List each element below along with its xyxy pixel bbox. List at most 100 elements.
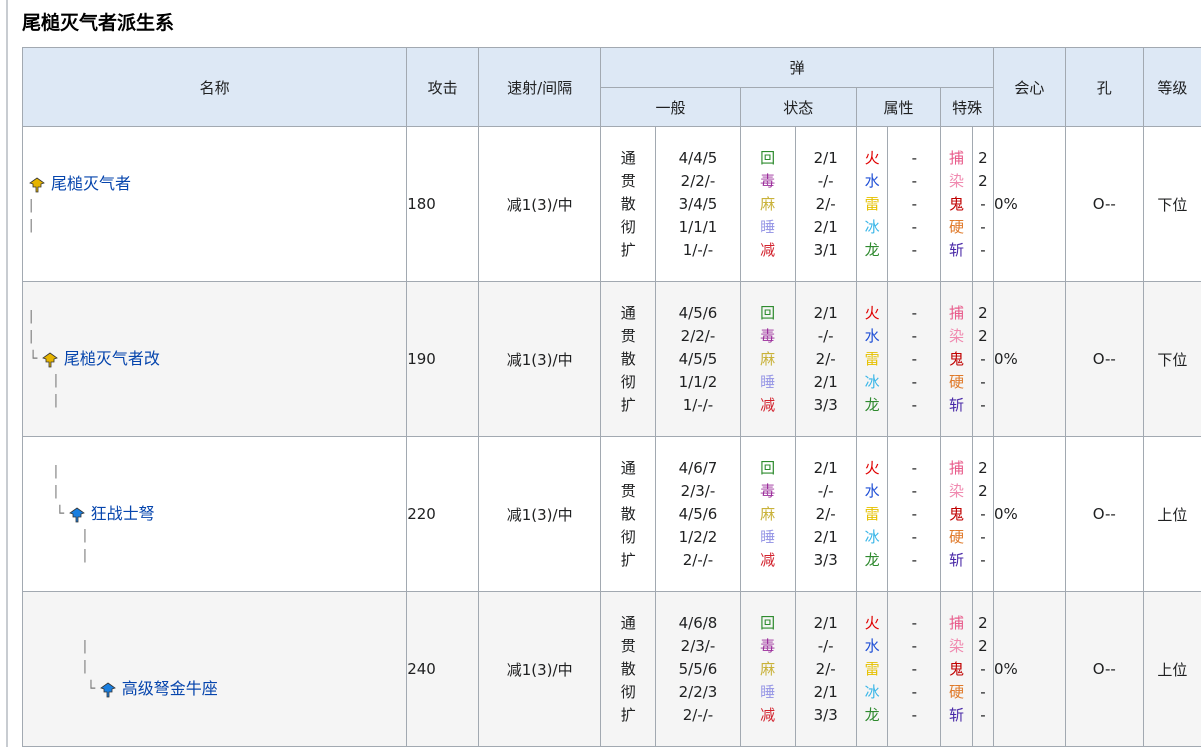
yellow-weapon-icon xyxy=(42,351,58,368)
general-ammo-label-item: 贯 xyxy=(620,171,636,190)
status-ammo-value-item: 2/1 xyxy=(813,527,838,546)
special-ammo-label-item: 鬼 xyxy=(949,504,965,523)
slots-value: O-- xyxy=(1064,591,1144,747)
special-ammo-value-item: - xyxy=(980,194,986,213)
element-ammo-value-item: - xyxy=(911,349,918,368)
element-ammo-value-item: - xyxy=(911,504,918,523)
element-ammo-value-item: - xyxy=(911,458,918,477)
rank-value: 上位 xyxy=(1142,436,1201,592)
general-ammo-label-cell: 通贯散彻扩 xyxy=(600,281,657,437)
element-ammo-label-item: 水 xyxy=(864,636,880,655)
general-ammo-value-item: 2/-/- xyxy=(682,705,714,724)
general-ammo-label-item: 通 xyxy=(620,303,636,322)
status-ammo-value-item: -/- xyxy=(817,171,834,190)
status-ammo-label-item: 减 xyxy=(760,395,776,414)
header-general: 一般 xyxy=(600,87,741,127)
general-ammo-value-item: 1/2/2 xyxy=(678,527,718,546)
general-ammo-label-item: 散 xyxy=(620,349,636,368)
general-ammo-value-item: 2/2/3 xyxy=(678,682,718,701)
blue-weapon-icon xyxy=(99,681,116,698)
element-ammo-label-cell: 火水雷冰龙 xyxy=(855,126,889,282)
status-ammo-value-cell: 2/1 -/- 2/- 2/1 3/3 xyxy=(794,591,857,747)
weapon-name-line: └ 狂战士弩 xyxy=(29,502,406,526)
element-ammo-label-item: 冰 xyxy=(864,217,880,236)
element-ammo-label-cell: 火水雷冰龙 xyxy=(855,436,889,592)
special-ammo-label-item: 鬼 xyxy=(949,349,965,368)
special-ammo-value-item: - xyxy=(980,504,986,523)
status-ammo-value-item: 2/1 xyxy=(813,372,838,391)
special-ammo-value-cell: 2 2 - - - xyxy=(971,126,994,282)
special-ammo-value-item: 2 xyxy=(978,458,988,477)
status-ammo-label-item: 回 xyxy=(760,148,776,167)
special-ammo-value-item: 2 xyxy=(978,303,988,322)
general-ammo-label-item: 散 xyxy=(620,194,636,213)
element-ammo-value-item: - xyxy=(911,481,918,500)
general-ammo-value-item: 2/3/- xyxy=(680,481,716,500)
element-ammo-value-item: - xyxy=(911,194,918,213)
element-ammo-value-item: - xyxy=(911,550,918,569)
weapon-tree-table: 名称 攻击 速射/间隔 弹 会心 孔 等级 一般 状态 属性 特殊 尾槌灭气者 |… xyxy=(21,47,1201,747)
status-ammo-value-item: 3/3 xyxy=(813,395,838,414)
weapon-name-cell: | | └ 尾槌灭气者改 | | xyxy=(21,281,408,437)
general-ammo-value-cell: 4/4/5 2/2/- 3/4/5 1/1/1 1/-/- xyxy=(655,126,741,282)
header-rank: 等级 xyxy=(1142,47,1201,127)
status-ammo-value-item: 2/1 xyxy=(813,148,838,167)
status-ammo-label-item: 麻 xyxy=(760,194,776,213)
general-ammo-label-cell: 通贯散彻扩 xyxy=(600,591,657,747)
status-ammo-label-item: 睡 xyxy=(760,217,776,236)
tree-line: | xyxy=(29,548,88,563)
status-ammo-value-cell: 2/1 -/- 2/- 2/1 3/3 xyxy=(794,281,857,437)
special-ammo-value-item: - xyxy=(980,550,986,569)
element-ammo-value-item: - xyxy=(911,240,918,259)
status-ammo-value-item: 2/1 xyxy=(813,303,838,322)
weapon-name-cell: | | └ 狂战士弩 | | xyxy=(21,436,408,592)
general-ammo-label-item: 扩 xyxy=(620,705,636,724)
element-ammo-value-item: - xyxy=(911,613,918,632)
weapon-link[interactable]: 狂战士弩 xyxy=(91,502,155,526)
crit-value: 0% xyxy=(992,281,1066,437)
header-element: 属性 xyxy=(855,87,942,127)
element-ammo-value-item: - xyxy=(911,372,918,391)
status-ammo-value-cell: 2/1 -/- 2/- 2/1 3/1 xyxy=(794,126,857,282)
weapon-link[interactable]: 高级弩金牛座 xyxy=(122,677,218,701)
special-ammo-label-item: 硬 xyxy=(949,372,965,391)
special-ammo-label-item: 鬼 xyxy=(949,659,965,678)
rank-value: 下位 xyxy=(1142,126,1201,282)
status-ammo-label-item: 毒 xyxy=(760,171,776,190)
table-row: | | └ 尾槌灭气者改 | | 190 减1(3)/中通贯散彻扩 4/5/6 2/2/- 4… xyxy=(21,281,1201,437)
element-ammo-label-item: 雷 xyxy=(864,659,880,678)
element-ammo-label-item: 火 xyxy=(864,613,880,632)
rate-value: 减1(3)/中 xyxy=(477,281,602,437)
special-ammo-label-item: 染 xyxy=(949,171,965,190)
special-ammo-value-item: - xyxy=(980,349,986,368)
status-ammo-label-cell: 回毒麻睡减 xyxy=(739,436,796,592)
element-ammo-label-item: 火 xyxy=(864,303,880,322)
status-ammo-label-item: 睡 xyxy=(760,527,776,546)
rate-value: 减1(3)/中 xyxy=(477,126,602,282)
special-ammo-value-item: 2 xyxy=(978,481,988,500)
special-ammo-value-item: 2 xyxy=(978,613,988,632)
crit-value: 0% xyxy=(992,436,1066,592)
tree-line: | xyxy=(29,218,34,233)
status-ammo-label-item: 麻 xyxy=(760,349,776,368)
general-ammo-value-item: 1/-/- xyxy=(682,395,714,414)
element-ammo-value-item: - xyxy=(911,659,918,678)
special-ammo-value-item: - xyxy=(980,659,986,678)
element-ammo-label-item: 水 xyxy=(864,326,880,345)
special-ammo-label-item: 染 xyxy=(949,326,965,345)
element-ammo-label-item: 雷 xyxy=(864,194,880,213)
status-ammo-label-item: 毒 xyxy=(760,636,776,655)
general-ammo-value-item: 2/2/- xyxy=(680,171,716,190)
weapon-link[interactable]: 尾槌灭气者 xyxy=(51,172,131,196)
special-ammo-value-item: - xyxy=(980,682,986,701)
element-ammo-value-item: - xyxy=(911,148,918,167)
weapon-link[interactable]: 尾槌灭气者改 xyxy=(64,347,160,371)
special-ammo-label-item: 捕 xyxy=(949,148,965,167)
general-ammo-value-item: 5/5/6 xyxy=(678,659,718,678)
element-ammo-label-cell: 火水雷冰龙 xyxy=(855,281,889,437)
element-ammo-value-item: - xyxy=(911,527,918,546)
crit-value: 0% xyxy=(992,591,1066,747)
slots-value: O-- xyxy=(1064,126,1144,282)
status-ammo-value-item: 2/1 xyxy=(813,613,838,632)
